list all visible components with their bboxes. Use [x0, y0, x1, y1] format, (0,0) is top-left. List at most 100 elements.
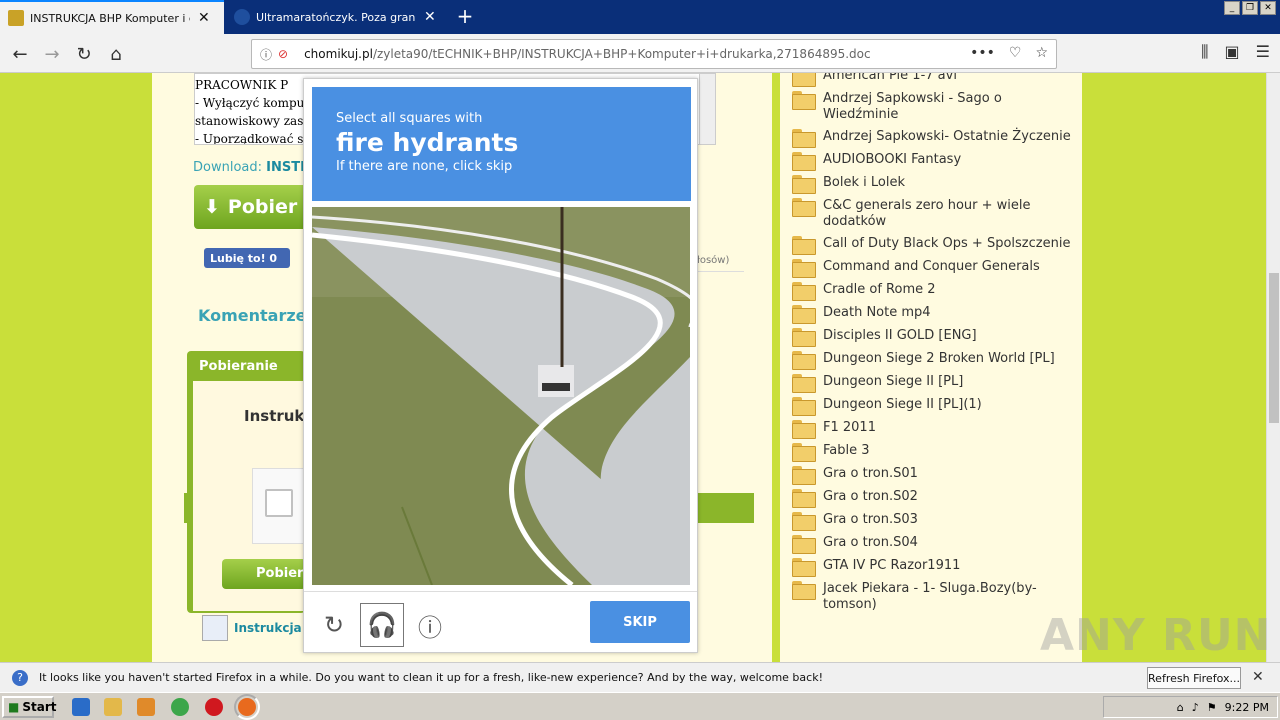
help-info-icon[interactable]: ⓘ [408, 603, 452, 647]
blocked-icon[interactable]: ⊘ [278, 47, 288, 61]
start-button[interactable]: ■ Start [2, 696, 56, 718]
scrollbar-thumb[interactable] [1269, 273, 1279, 423]
page-scrollbar[interactable] [1266, 73, 1280, 662]
url-domain: chomikuj.pl [304, 47, 373, 61]
challenge-tile[interactable] [597, 207, 690, 300]
media-player-icon[interactable] [137, 698, 155, 716]
reload-button[interactable]: ↻ [70, 40, 98, 68]
challenge-tile[interactable] [502, 492, 595, 585]
reload-challenge-icon[interactable]: ↻ [312, 603, 356, 647]
challenge-tile[interactable] [312, 397, 405, 490]
challenge-header: Select all squares with fire hydrants If… [312, 87, 691, 201]
menu-icon[interactable]: ☰ [1256, 42, 1270, 62]
related-file-link[interactable]: Instrukcja l [234, 621, 310, 635]
folder-item[interactable]: Disciples II GOLD [ENG] [792, 325, 1074, 348]
challenge-tile[interactable] [407, 397, 500, 490]
challenge-tile[interactable] [502, 302, 595, 395]
folder-icon [792, 91, 816, 110]
folder-icon [792, 489, 816, 508]
new-tab-button[interactable]: + [452, 4, 478, 28]
minimize-button[interactable]: _ [1224, 1, 1240, 15]
folder-item[interactable]: Dungeon Siege II [PL] [792, 371, 1074, 394]
close-window-button[interactable]: ✕ [1260, 1, 1276, 15]
restore-button[interactable]: ❐ [1242, 1, 1258, 15]
folder-item[interactable]: Call of Duty Black Ops + Spolszczenie [792, 233, 1074, 256]
folder-item[interactable]: Gra o tron.S04 [792, 532, 1074, 555]
folder-item[interactable]: Andrzej Sapkowski - Sago o Wiedźminie [792, 88, 1074, 126]
folder-icon [792, 236, 816, 255]
folder-item[interactable]: Andrzej Sapkowski- Ostatnie Życzenie [792, 126, 1074, 149]
folder-item[interactable]: Gra o tron.S02 [792, 486, 1074, 509]
folder-item[interactable]: Gra o tron.S01 [792, 463, 1074, 486]
explorer-icon[interactable] [104, 698, 122, 716]
refresh-firefox-button[interactable]: Refresh Firefox... [1147, 667, 1241, 689]
folder-icon [792, 535, 816, 554]
home-button[interactable]: ⌂ [102, 40, 130, 68]
audio-challenge-icon[interactable]: 🎧 [360, 603, 404, 647]
facebook-like-button[interactable]: Lubię to! 0 [204, 248, 290, 268]
ie-icon[interactable] [72, 698, 90, 716]
folder-item[interactable]: C&C generals zero hour + wiele dodatków [792, 195, 1074, 233]
library-icon[interactable]: ⫼ [1201, 42, 1208, 62]
opera-icon[interactable] [205, 698, 223, 716]
info-icon[interactable]: ⓘ [260, 46, 272, 63]
folder-item[interactable]: AUDIOBOOKI Fantasy [792, 149, 1074, 172]
close-tab-icon[interactable]: ✕ [198, 10, 210, 26]
challenge-tile[interactable] [312, 207, 405, 300]
doc-scrollbar[interactable] [699, 74, 715, 144]
folder-item[interactable]: Cradle of Rome 2 [792, 279, 1074, 302]
challenge-tile[interactable] [597, 397, 690, 490]
challenge-footer-divider [304, 591, 697, 592]
windows-taskbar: ■ Start ⌂ ♪ ⚑ 9:22 PM [0, 692, 1280, 720]
recaptcha-checkbox[interactable] [265, 489, 293, 517]
folder-item[interactable]: Dungeon Siege 2 Broken World [PL] [792, 348, 1074, 371]
sidebar-icon[interactable]: ▣ [1225, 42, 1240, 62]
tab-ultramaratonczyk[interactable]: Ultramaratończyk. Poza granicami ✕ [226, 0, 446, 34]
challenge-tile[interactable] [597, 492, 690, 585]
pocket-icon[interactable]: ♡ [1009, 45, 1022, 61]
skip-button[interactable]: SKIP [590, 601, 690, 643]
folder-item[interactable]: Gra o tron.S03 [792, 509, 1074, 532]
folder-item[interactable]: Command and Conquer Generals [792, 256, 1074, 279]
challenge-tile[interactable] [597, 302, 690, 395]
forward-button[interactable]: → [38, 40, 66, 68]
challenge-tile[interactable] [407, 302, 500, 395]
page-actions-icon[interactable]: ••• [970, 45, 995, 61]
folder-icon [792, 73, 816, 87]
challenge-tile[interactable] [312, 492, 405, 585]
folder-icon [792, 328, 816, 347]
folder-item[interactable]: American Pie 1-7 avi [792, 73, 1074, 88]
challenge-tile[interactable] [407, 492, 500, 585]
chrome-icon[interactable] [171, 698, 189, 716]
folder-item[interactable]: Dungeon Siege II [PL](1) [792, 394, 1074, 417]
tab-instrukcja[interactable]: INSTRUKCJA BHP Komputer i druka ✕ [0, 0, 224, 34]
back-button[interactable]: ← [6, 40, 34, 68]
folder-item[interactable]: GTA IV PC Razor1911 [792, 555, 1074, 578]
pobierz-button[interactable]: ⬇ Pobier [194, 185, 314, 229]
url-bar[interactable]: ⓘ ⊘ chomikuj.pl/zyleta90/tECHNIK+BHP/INS… [251, 39, 1057, 69]
folder-icon [792, 420, 816, 439]
close-tab-icon[interactable]: ✕ [424, 9, 436, 25]
challenge-tile[interactable] [502, 397, 595, 490]
folder-item[interactable]: Death Note mp4 [792, 302, 1074, 325]
firefox-icon[interactable] [234, 694, 260, 720]
folder-label: Dungeon Siege II [PL](1) [823, 397, 982, 412]
folder-item[interactable]: Bolek i Lolek [792, 172, 1074, 195]
network-icon[interactable]: ⌂ [1177, 701, 1184, 714]
flag-icon[interactable]: ⚑ [1207, 701, 1217, 714]
question-icon: ? [12, 669, 28, 686]
folder-item[interactable]: F1 2011 [792, 417, 1074, 440]
tab-title: Ultramaratończyk. Poza granicami [256, 10, 416, 24]
challenge-tile[interactable] [312, 302, 405, 395]
system-tray: ⌂ ♪ ⚑ 9:22 PM [1103, 696, 1278, 718]
challenge-tile[interactable] [407, 207, 500, 300]
folder-item[interactable]: Jacek Piekara - 1- Sluga.Bozy(by-tomson) [792, 578, 1074, 616]
challenge-tile[interactable] [502, 207, 595, 300]
folder-item[interactable]: Fable 3 [792, 440, 1074, 463]
folder-label: Gra o tron.S03 [823, 512, 918, 527]
volume-icon[interactable]: ♪ [1192, 701, 1199, 714]
pobierz-button-2[interactable]: Pobier [222, 559, 306, 589]
close-notification-icon[interactable]: ✕ [1252, 669, 1264, 685]
image-file-icon [202, 615, 228, 641]
bookmark-star-icon[interactable]: ☆ [1035, 45, 1048, 61]
